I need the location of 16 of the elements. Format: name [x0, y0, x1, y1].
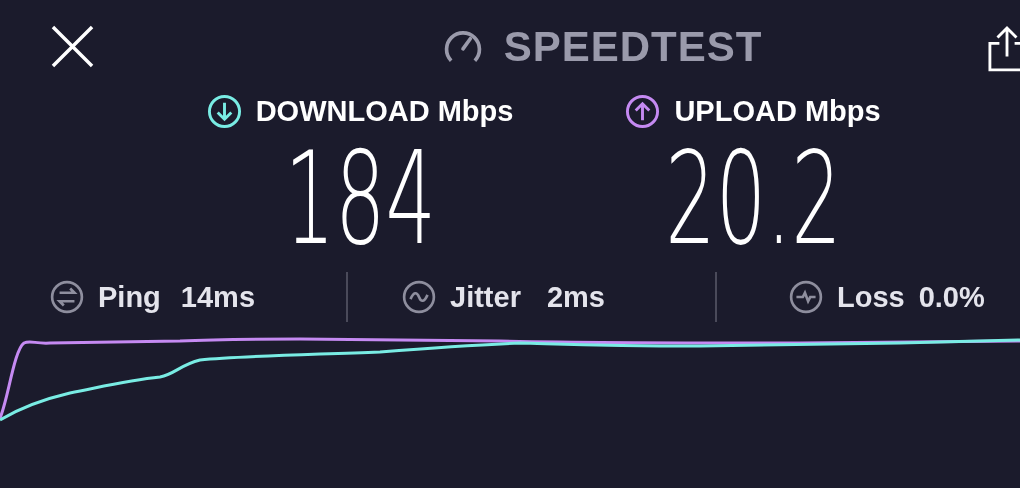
stat-value: 14ms	[180, 280, 255, 314]
close-icon[interactable]	[51, 24, 94, 68]
stat-label: Jitter	[450, 280, 521, 314]
speed-value: 20.2	[664, 135, 842, 263]
jitter-icon	[402, 280, 436, 314]
app-title: SPEEDTEST	[503, 23, 763, 71]
result-label: UPLOAD Mbps	[674, 95, 881, 128]
share-icon[interactable]	[988, 26, 1020, 72]
stat-label: Ping	[98, 280, 161, 314]
result-label: DOWNLOAD Mbps	[255, 95, 514, 128]
speed-value: 184	[284, 135, 436, 263]
stat-label: Loss	[837, 280, 905, 314]
loss-icon	[789, 280, 823, 314]
ping-icon	[50, 280, 84, 314]
stat-value: 0.0%	[918, 280, 985, 314]
stat-value: 2ms	[546, 280, 605, 314]
